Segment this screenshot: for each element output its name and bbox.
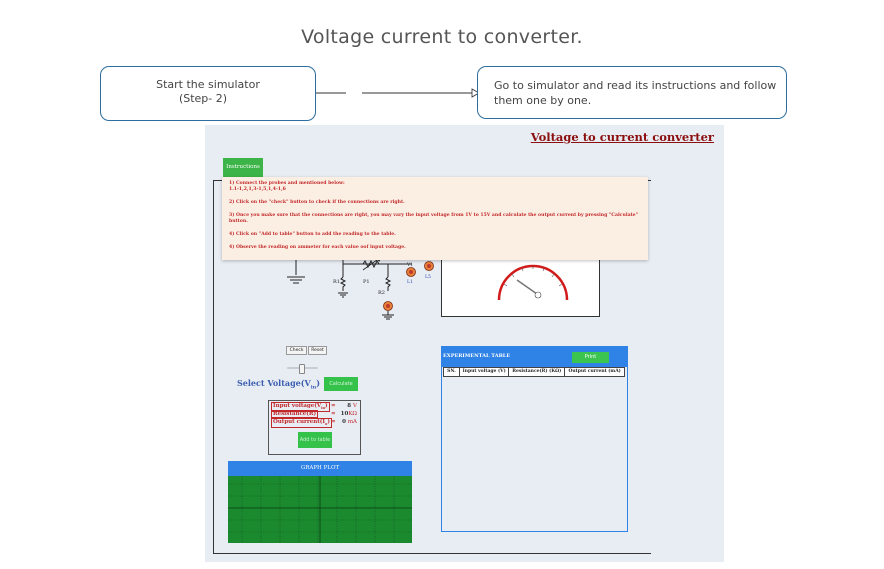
- instruction-1-detail: 1.1-1,2,1,3-1,5,1,4-1,6: [229, 187, 286, 193]
- p1-label: P1: [363, 279, 370, 285]
- probe-label-v: V1: [406, 262, 413, 268]
- circuit-diagram: R1 P1 R2 V1 L1: [287, 255, 416, 320]
- step-box-instructions: Go to simulator and read its instruction…: [477, 66, 787, 119]
- flow-arrow: [316, 88, 480, 98]
- step-text-start: Start the simulator: [156, 78, 260, 91]
- voltage-slider[interactable]: [287, 364, 318, 374]
- col-sn: SN.: [443, 367, 460, 377]
- r2-label: R2: [378, 290, 385, 296]
- readings-table: SN. Input voltage (V) Resistance(R) (KΩ)…: [443, 367, 625, 377]
- instruction-1: 1) Connect the probes and mentioned belo…: [229, 181, 345, 186]
- ammeter-gauge: [497, 264, 569, 301]
- col-output-current: Output current (mA): [564, 367, 625, 377]
- calculate-button[interactable]: Calculate: [324, 377, 358, 391]
- r1-label: R1: [333, 279, 340, 285]
- instructions-tab[interactable]: Instructions: [223, 158, 263, 177]
- svg-text:L5: L5: [425, 274, 431, 280]
- step-box-start: Start the simulator (Step- 2): [100, 66, 316, 121]
- resistance-label: Resistance(R): [271, 410, 319, 418]
- select-voltage-label: Select Voltage(Vin) =: [237, 378, 338, 391]
- output-current-row: Output current(Io) = 0 mA: [271, 418, 357, 429]
- probe-v1[interactable]: [406, 267, 416, 277]
- check-button[interactable]: Check: [286, 346, 307, 355]
- output-current-value: 0: [342, 419, 346, 425]
- instruction-4: 4) Click on "Add to table" button to add…: [229, 231, 396, 237]
- instruction-2: 2) Click on the "check" button to check …: [229, 200, 405, 205]
- output-current-label: Output current(Io): [271, 418, 332, 429]
- print-button[interactable]: Print: [572, 352, 609, 363]
- input-voltage-row: Input voltage(Vin) = 8 V: [271, 402, 357, 413]
- experimental-table-title: EXPERIMENTAL TABLE: [443, 353, 511, 359]
- simulator-title: Voltage to current converter: [530, 130, 714, 144]
- instruction-5: 4) Observe the reading on ammeter for ea…: [229, 244, 406, 250]
- probe-r2[interactable]: [383, 301, 393, 311]
- graph-plot: GRAPH PLOT: [228, 461, 412, 543]
- instruction-3: 3) Once you make sure that the connectio…: [229, 212, 638, 224]
- reset-button[interactable]: Reset: [308, 346, 327, 355]
- ammeter-panel: L5: [424, 252, 600, 317]
- input-voltage-value: 8: [347, 403, 352, 409]
- graph-title: GRAPH PLOT: [228, 461, 412, 476]
- step-number: (Step- 2): [178, 92, 228, 105]
- ground-symbol-2: [382, 311, 394, 320]
- probe-label-l: L1: [407, 279, 413, 285]
- col-resistance: Resistance(R) (KΩ): [508, 367, 566, 377]
- resistance-row: Resistance(R) = 10KΩ: [271, 410, 357, 418]
- instructions-popup: 1) Connect the probes and mentioned belo…: [222, 177, 648, 260]
- col-input-voltage: Input voltage (V): [458, 367, 510, 377]
- probe-l5[interactable]: L5: [421, 260, 437, 282]
- ground-symbol-1: [287, 260, 305, 284]
- slider-thumb[interactable]: [299, 364, 305, 374]
- graph-grid: [228, 476, 412, 543]
- simulator-panel: Voltage to current converter Instruction…: [205, 125, 724, 562]
- add-to-table-button[interactable]: Add to table: [298, 432, 332, 448]
- page-title: Voltage current to converter.: [301, 26, 583, 48]
- experimental-table: EXPERIMENTAL TABLE Print SN. Input volta…: [441, 346, 628, 532]
